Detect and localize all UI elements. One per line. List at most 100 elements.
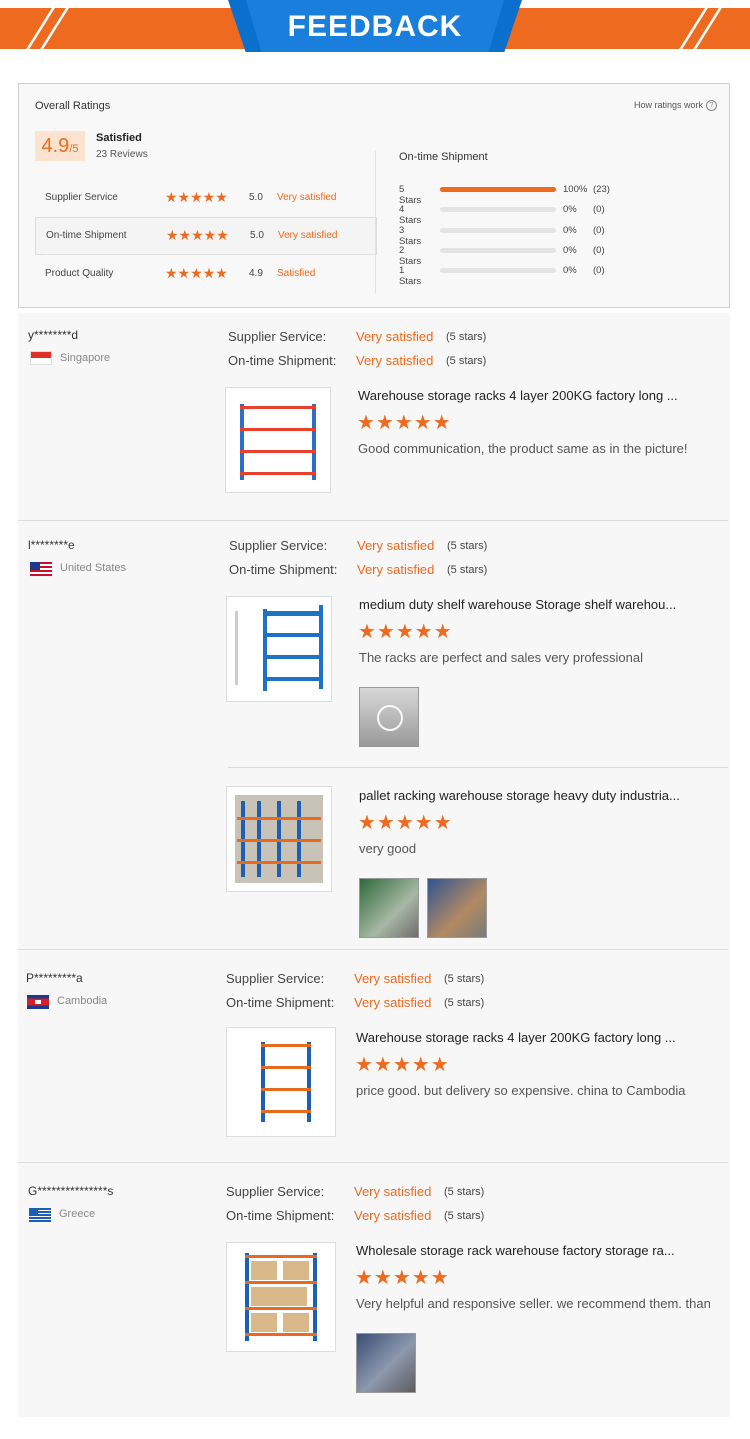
- reviewer-name: P*********a: [26, 971, 83, 985]
- metric-product-quality: Product Quality ★★★★★ 4.9 Satisfied: [35, 256, 375, 292]
- help-icon: ?: [706, 100, 717, 112]
- metric-level: Very satisfied: [278, 230, 338, 241]
- product-star-rating: ★★★★★: [355, 1267, 450, 1289]
- product-title[interactable]: Wholesale storage rack warehouse factory…: [356, 1243, 696, 1258]
- distribution-count: (23): [593, 184, 610, 195]
- product-thumbnail[interactable]: [226, 1242, 336, 1352]
- product-title[interactable]: pallet racking warehouse storage heavy d…: [359, 788, 699, 803]
- product-thumbnail[interactable]: [226, 786, 332, 892]
- rack-image: [235, 605, 323, 691]
- shipment-value: Very satisfied: [356, 353, 434, 368]
- product-star-rating: ★★★★★: [358, 621, 453, 643]
- shipment-stars: (5 stars): [444, 1210, 485, 1222]
- product-title[interactable]: Warehouse storage racks 4 layer 200KG fa…: [356, 1030, 696, 1045]
- distribution-label: 3 Stars: [399, 225, 422, 247]
- review-count: 23 Reviews: [96, 149, 148, 160]
- shipment-label: On-time Shipment:: [226, 995, 335, 1010]
- metric-level: Satisfied: [277, 268, 316, 279]
- supplier-service-label: Supplier Service:: [226, 1184, 325, 1199]
- star-rating-icon: ★★★★★: [165, 265, 228, 281]
- metric-on-time-shipment[interactable]: On-time Shipment ★★★★★ 5.0 Very satisfie…: [35, 217, 377, 255]
- product-star-rating: ★★★★★: [358, 812, 453, 834]
- banner-title: FEEDBACK: [287, 10, 463, 43]
- supplier-service-value: Very satisfied: [354, 971, 432, 986]
- review-comment: Very helpful and responsive seller. we r…: [356, 1296, 711, 1311]
- how-ratings-work-link[interactable]: How ratings work?: [634, 100, 717, 112]
- product-star-rating: ★★★★★: [357, 412, 452, 434]
- flag-united-states-icon: [30, 562, 52, 576]
- shipment-value: Very satisfied: [357, 562, 435, 577]
- distribution-bar: [440, 207, 556, 212]
- divider: [45, 254, 375, 255]
- supplier-service-label: Supplier Service:: [228, 329, 327, 344]
- product-thumbnail[interactable]: [226, 596, 332, 702]
- metric-value: 5.0: [249, 192, 263, 203]
- shipment-value: Very satisfied: [354, 1208, 432, 1223]
- satisfaction-label: Satisfied: [96, 132, 142, 144]
- reviewer-name: G***************s: [28, 1184, 114, 1198]
- flag-greece-icon: [29, 1208, 51, 1222]
- review-comment: price good. but delivery so expensive. c…: [356, 1083, 686, 1098]
- review-comment: Good communication, the product same as …: [358, 441, 688, 456]
- shipment-label: On-time Shipment:: [226, 1208, 335, 1223]
- distribution-percent: 0%: [563, 245, 577, 256]
- distribution-bar: [440, 268, 556, 273]
- supplier-service-value: Very satisfied: [356, 329, 434, 344]
- distribution-label: 1 Stars: [399, 265, 422, 287]
- star-rating-icon: ★★★★★: [166, 227, 229, 243]
- shipment-stars: (5 stars): [447, 564, 488, 576]
- distribution-label: 4 Stars: [399, 204, 422, 226]
- review-photo[interactable]: [427, 878, 487, 938]
- overall-ratings-title: Overall Ratings: [35, 100, 111, 112]
- divider: [228, 767, 728, 768]
- distribution-bar-fill: [440, 187, 556, 192]
- divider: [375, 151, 376, 293]
- rack-image: [240, 404, 316, 480]
- product-thumbnail[interactable]: [225, 387, 331, 493]
- distribution-label: 5 Stars: [399, 184, 422, 206]
- reviewer-country: Greece: [59, 1208, 96, 1220]
- review-video-thumbnail[interactable]: [359, 687, 419, 747]
- distribution-count: (0): [593, 265, 605, 276]
- overall-score: 4.9/5: [35, 131, 85, 161]
- divider: [18, 1162, 728, 1163]
- shipment-stars: (5 stars): [444, 997, 485, 1009]
- supplier-service-stars: (5 stars): [444, 973, 485, 985]
- shipment-value: Very satisfied: [354, 995, 432, 1010]
- shipment-label: On-time Shipment:: [228, 353, 337, 368]
- reviewer-name: l********e: [28, 538, 75, 552]
- review-photo[interactable]: [356, 1333, 416, 1393]
- metric-level: Very satisfied: [277, 192, 337, 203]
- distribution-percent: 0%: [563, 225, 577, 236]
- review-photo[interactable]: [359, 878, 419, 938]
- metric-name: Product Quality: [45, 268, 114, 279]
- star-rating-icon: ★★★★★: [165, 189, 228, 205]
- feedback-banner: FEEDBACK: [0, 0, 750, 56]
- metric-supplier-service: Supplier Service ★★★★★ 5.0 Very satisfie…: [35, 180, 375, 216]
- metric-name: Supplier Service: [45, 192, 118, 203]
- product-thumbnail[interactable]: [226, 1027, 336, 1137]
- review-comment: very good: [359, 841, 417, 856]
- shipment-label: On-time Shipment:: [229, 562, 338, 577]
- reviewer-country: Cambodia: [57, 995, 108, 1007]
- reviewer-name: y********d: [28, 328, 79, 342]
- distribution-percent: 100%: [563, 184, 588, 195]
- distribution-bar: [440, 248, 556, 253]
- distribution-title: On-time Shipment: [399, 151, 488, 163]
- distribution-percent: 0%: [563, 204, 577, 215]
- play-icon: [377, 705, 403, 731]
- reviewer-country: Singapore: [60, 352, 111, 364]
- distribution-count: (0): [593, 204, 605, 215]
- review-comment: The racks are perfect and sales very pro…: [359, 650, 643, 665]
- distribution-bar: [440, 187, 556, 192]
- score-value: 4.9: [41, 135, 70, 157]
- distribution-bar: [440, 228, 556, 233]
- distribution-percent: 0%: [563, 265, 577, 276]
- product-title[interactable]: medium duty shelf warehouse Storage shel…: [359, 597, 699, 612]
- metric-name: On-time Shipment: [46, 230, 127, 241]
- rack-image: [261, 1042, 311, 1122]
- metric-value: 5.0: [250, 230, 264, 241]
- shipment-stars: (5 stars): [446, 355, 487, 367]
- metric-value: 4.9: [249, 268, 263, 279]
- product-title[interactable]: Warehouse storage racks 4 layer 200KG fa…: [358, 388, 698, 403]
